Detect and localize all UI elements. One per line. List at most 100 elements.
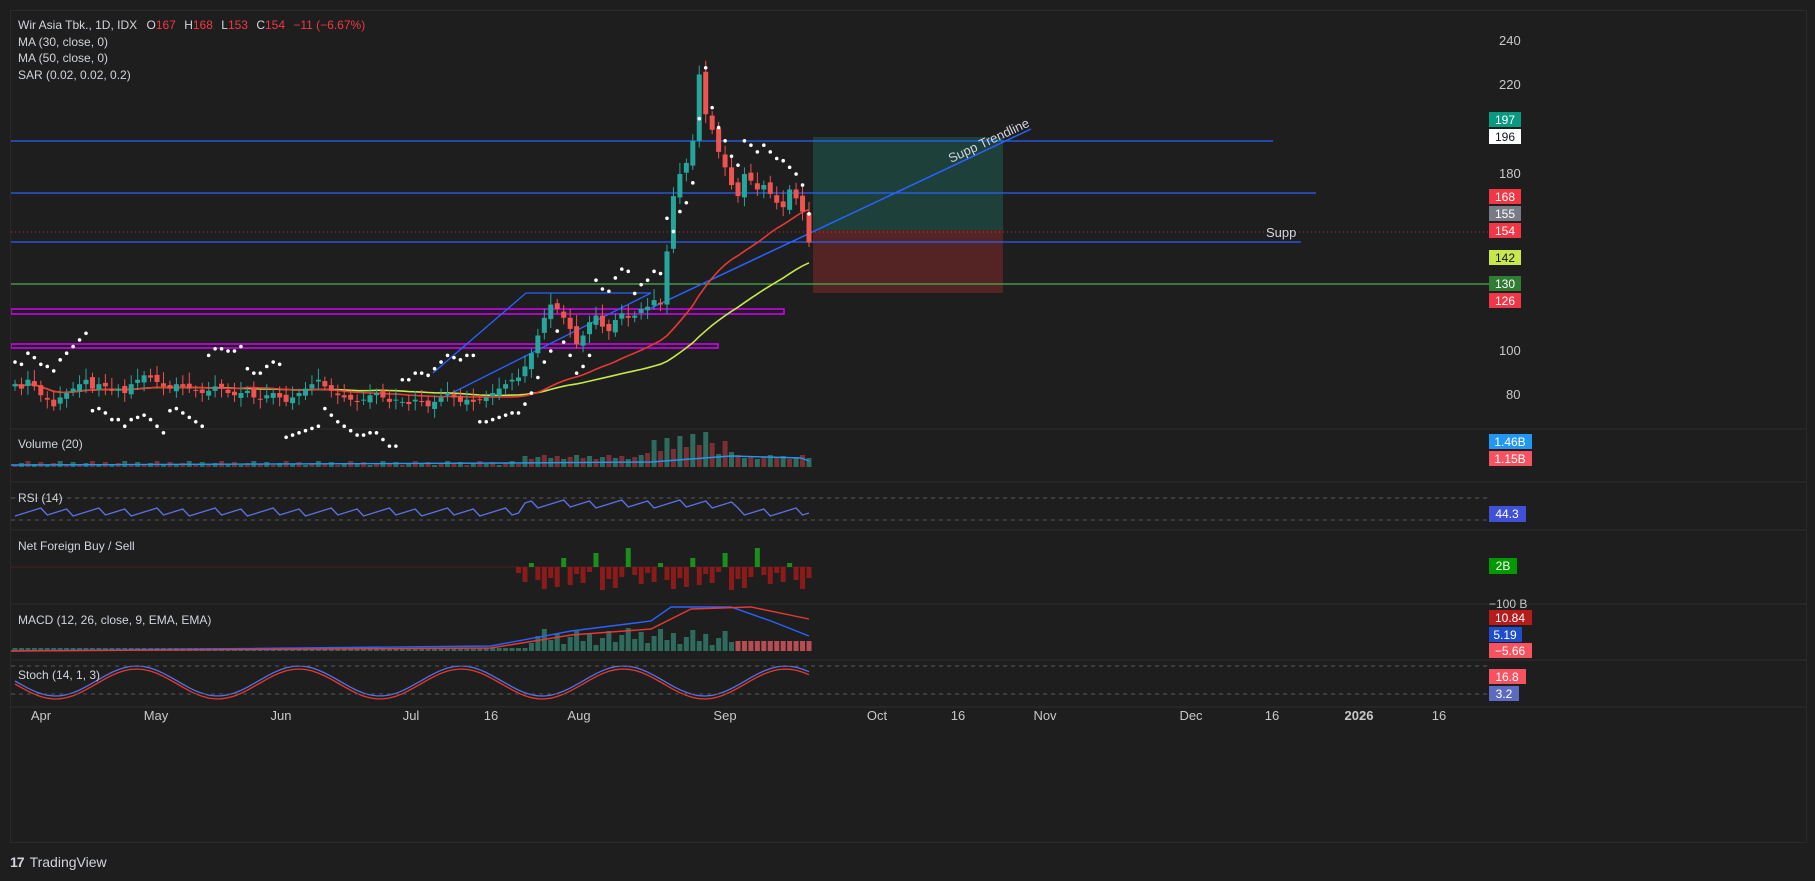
candle-body[interactable]: [354, 400, 360, 402]
resistance-zone-lower[interactable]: [10, 343, 719, 349]
candle-body[interactable]: [457, 396, 463, 402]
candle-body[interactable]: [212, 386, 218, 391]
candle-body[interactable]: [632, 315, 638, 318]
candle-body[interactable]: [96, 384, 102, 390]
candle-body[interactable]: [160, 383, 166, 387]
candle-body[interactable]: [393, 399, 399, 401]
candle-body[interactable]: [774, 195, 780, 203]
candle-body[interactable]: [251, 388, 257, 398]
candle-body[interactable]: [25, 379, 31, 386]
candle-body[interactable]: [651, 300, 657, 306]
candle-body[interactable]: [57, 397, 63, 404]
candle-body[interactable]: [477, 399, 483, 401]
ma30-line[interactable]: [14, 208, 810, 398]
candle-body[interactable]: [683, 162, 689, 173]
candle-body[interactable]: [380, 390, 386, 398]
candle-body[interactable]: [767, 182, 773, 194]
net-foreign-bars[interactable]: [11, 548, 812, 590]
candle-body[interactable]: [496, 388, 502, 396]
candle-body[interactable]: [522, 366, 528, 377]
candle-body[interactable]: [664, 251, 670, 305]
candle-body[interactable]: [44, 397, 50, 400]
candle-body[interactable]: [315, 379, 321, 382]
candle-body[interactable]: [122, 385, 128, 394]
candle-body[interactable]: [109, 389, 115, 391]
candle-body[interactable]: [412, 399, 418, 402]
candle-body[interactable]: [541, 317, 547, 333]
candle-body[interactable]: [361, 399, 367, 401]
candle-body[interactable]: [729, 167, 735, 186]
candle-body[interactable]: [670, 196, 676, 249]
candle-body[interactable]: [38, 385, 44, 396]
candle-body[interactable]: [231, 391, 237, 396]
candle-body[interactable]: [206, 390, 212, 396]
candle-body[interactable]: [716, 128, 722, 152]
candle-body[interactable]: [806, 212, 812, 243]
candle-body[interactable]: [64, 393, 70, 399]
candle-body[interactable]: [561, 311, 567, 318]
candle-body[interactable]: [77, 384, 83, 392]
volume-bars[interactable]: [10, 432, 812, 467]
ma50-line[interactable]: [14, 262, 810, 397]
candle-body[interactable]: [619, 313, 625, 319]
candle-body[interactable]: [51, 399, 57, 407]
candle-body[interactable]: [741, 173, 747, 198]
candle-body[interactable]: [154, 374, 160, 382]
candle-body[interactable]: [464, 399, 470, 405]
candle-body[interactable]: [470, 399, 476, 402]
candle-body[interactable]: [186, 383, 192, 389]
candle-body[interactable]: [690, 140, 696, 166]
candle-body[interactable]: [309, 384, 315, 389]
candle-body[interactable]: [296, 393, 302, 397]
candle-body[interactable]: [567, 317, 573, 329]
candle-body[interactable]: [386, 398, 392, 402]
resistance-zone-upper[interactable]: [10, 308, 785, 315]
candle-body[interactable]: [128, 384, 134, 395]
candle-body[interactable]: [490, 393, 496, 397]
candle-body[interactable]: [709, 115, 715, 130]
candle-body[interactable]: [612, 320, 618, 333]
candle-body[interactable]: [406, 401, 412, 405]
candle-body[interactable]: [238, 393, 244, 398]
candle-body[interactable]: [445, 393, 451, 395]
candle-body[interactable]: [593, 315, 599, 325]
candle-body[interactable]: [754, 183, 760, 190]
chart-frame[interactable]: Supp Trendline Supp Wir Asia Tbk., 1D, I…: [10, 10, 1807, 843]
candle-body[interactable]: [135, 379, 141, 383]
candle-body[interactable]: [516, 377, 522, 382]
candle-body[interactable]: [283, 394, 289, 402]
candle-body[interactable]: [31, 381, 37, 387]
candle-body[interactable]: [141, 375, 147, 383]
candle-body[interactable]: [425, 400, 431, 407]
candle-body[interactable]: [225, 389, 231, 394]
candle-body[interactable]: [244, 390, 250, 394]
candle-body[interactable]: [528, 353, 534, 370]
candle-body[interactable]: [277, 393, 283, 398]
candle-body[interactable]: [703, 71, 709, 115]
candle-body[interactable]: [599, 315, 605, 327]
candle-body[interactable]: [348, 394, 354, 400]
candle-body[interactable]: [793, 189, 799, 199]
candle-body[interactable]: [548, 304, 554, 320]
candle-body[interactable]: [373, 393, 379, 396]
candle-body[interactable]: [787, 189, 793, 210]
candle-body[interactable]: [606, 323, 612, 332]
candle-body[interactable]: [290, 397, 296, 404]
candle-body[interactable]: [625, 316, 631, 318]
candle-body[interactable]: [257, 398, 263, 400]
tradingview-logo-icon[interactable]: 17: [10, 854, 25, 870]
candle-body[interactable]: [199, 389, 205, 394]
candle-body[interactable]: [173, 384, 179, 392]
candle-body[interactable]: [115, 388, 121, 391]
candle-body[interactable]: [302, 388, 308, 396]
candle-body[interactable]: [180, 384, 186, 387]
candles[interactable]: [12, 60, 812, 418]
candle-body[interactable]: [554, 303, 560, 309]
candle-body[interactable]: [270, 393, 276, 398]
candle-body[interactable]: [696, 74, 702, 141]
candle-body[interactable]: [341, 395, 347, 398]
candle-body[interactable]: [735, 182, 741, 197]
candle-body[interactable]: [800, 195, 806, 212]
candle-body[interactable]: [761, 185, 767, 190]
candle-body[interactable]: [328, 385, 334, 391]
